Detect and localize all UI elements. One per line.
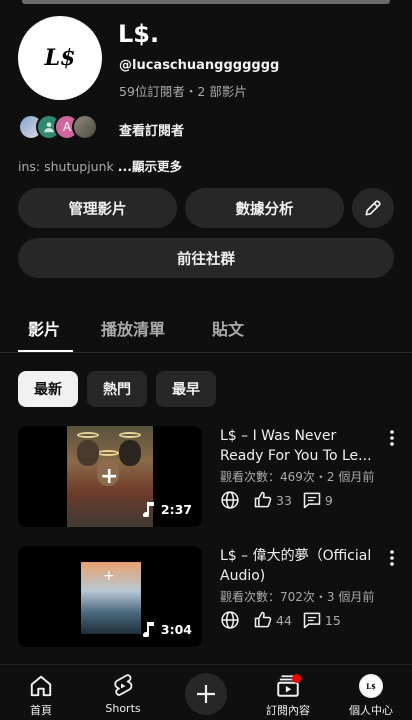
analytics-button[interactable]: 數據分析 xyxy=(185,188,344,228)
nav-subscriptions[interactable]: 訂閱內容 xyxy=(248,673,328,718)
duration-text: 2:37 xyxy=(160,501,192,517)
profile-avatar-text: L$ xyxy=(366,681,376,691)
like-count: 44 xyxy=(276,612,292,628)
create-button[interactable] xyxy=(185,673,227,715)
manage-videos-button[interactable]: 管理影片 xyxy=(18,188,177,228)
home-icon xyxy=(30,675,52,697)
channel-avatar[interactable]: L$ xyxy=(18,16,102,100)
bio-text: ins: shutupjunk xyxy=(18,159,118,174)
like-count: 33 xyxy=(276,492,292,508)
previous-card-edge xyxy=(22,0,390,4)
active-tab-indicator xyxy=(18,350,73,352)
tab-videos[interactable]: 影片 xyxy=(28,316,60,340)
tab-playlists[interactable]: 播放清單 xyxy=(101,316,165,340)
chip-oldest[interactable]: 最早 xyxy=(156,371,216,407)
comment-icon xyxy=(303,612,321,629)
nav-home-label: 首頁 xyxy=(30,704,52,717)
channel-name: L$. xyxy=(118,20,160,48)
thumbs-up-icon xyxy=(254,611,272,628)
nav-shorts[interactable]: Shorts xyxy=(83,673,163,715)
video-duration: 3:04 xyxy=(141,621,192,637)
channel-bio[interactable]: ins: shutupjunk ...顯示更多 xyxy=(18,156,182,175)
pencil-icon xyxy=(365,200,381,216)
duration-text: 3:04 xyxy=(160,621,192,637)
tab-posts[interactable]: 貼文 xyxy=(212,316,244,340)
channel-handle: @lucaschuanggggggg xyxy=(119,58,280,73)
music-note-icon xyxy=(142,502,154,517)
video-meta: 觀看次數：469次・2 個月前 xyxy=(220,470,375,484)
more-options-icon[interactable] xyxy=(390,430,394,450)
video-item[interactable]: + 2:37 L$ – I Was Never Ready For You To… xyxy=(0,426,412,530)
more-options-icon[interactable] xyxy=(390,550,394,570)
globe-icon xyxy=(221,611,239,629)
plus-icon xyxy=(197,685,215,703)
channel-avatar-text: L$ xyxy=(44,45,76,71)
channel-stats: 59位訂閱者・2 部影片 xyxy=(119,84,247,99)
nav-you[interactable]: L$ 個人中心 xyxy=(331,673,411,718)
bottom-nav: 首頁 Shorts 訂閱內容 L$ 個人中心 xyxy=(0,664,412,720)
nav-shorts-label: Shorts xyxy=(105,702,141,715)
video-duration: 2:37 xyxy=(141,501,192,517)
nav-you-label: 個人中心 xyxy=(349,704,393,717)
view-subscribers-link[interactable]: 查看訂閱者 xyxy=(119,120,184,139)
shorts-icon xyxy=(114,674,133,696)
video-stats: 33 9 xyxy=(220,490,343,510)
profile-avatar: L$ xyxy=(359,674,383,698)
video-stats: 44 15 xyxy=(220,610,351,630)
chip-popular[interactable]: 熱門 xyxy=(87,371,147,407)
nav-home[interactable]: 首頁 xyxy=(1,673,81,718)
thumbs-up-icon xyxy=(254,491,272,508)
comment-count: 15 xyxy=(324,612,341,628)
globe-icon xyxy=(221,491,239,509)
subscriber-avatar-letter: A xyxy=(62,120,72,134)
album-art: + xyxy=(81,562,141,634)
community-button[interactable]: 前往社群 xyxy=(18,238,394,278)
video-title[interactable]: L$ – 偉大的夢（Official Audio) xyxy=(220,546,384,586)
edit-channel-button[interactable] xyxy=(352,188,394,228)
channel-tabs: 影片 播放清單 貼文 xyxy=(0,300,412,353)
chip-latest[interactable]: 最新 xyxy=(18,371,78,407)
video-title[interactable]: L$ – I Was Never Ready For You To Le... xyxy=(220,426,384,466)
subscriber-avatar xyxy=(72,114,98,140)
notification-dot xyxy=(292,674,301,683)
comment-icon xyxy=(303,492,321,509)
music-note-icon xyxy=(142,622,154,637)
video-thumbnail[interactable]: + 2:37 xyxy=(18,426,202,527)
subscribers-row[interactable]: A 查看訂閱者 xyxy=(18,114,184,140)
video-meta: 觀看次數：702次・3 個月前 xyxy=(220,590,375,604)
nav-subscriptions-label: 訂閱內容 xyxy=(266,704,310,717)
video-thumbnail[interactable]: + 3:04 xyxy=(18,546,202,647)
show-more-link[interactable]: ...顯示更多 xyxy=(118,159,182,174)
comment-count: 9 xyxy=(324,492,333,508)
video-item[interactable]: + 3:04 L$ – 偉大的夢（Official Audio) 觀看次數：70… xyxy=(0,546,412,650)
